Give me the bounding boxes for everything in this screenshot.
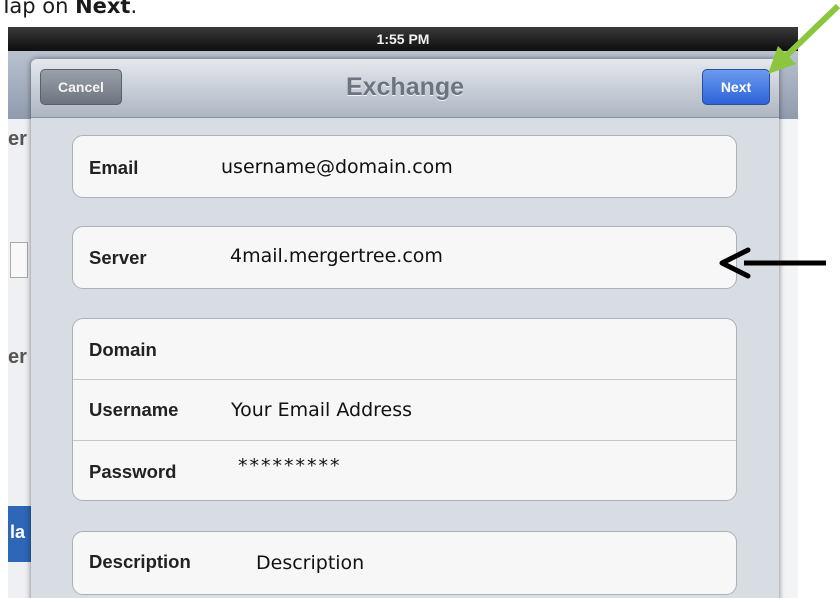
next-button[interactable]: Next (702, 69, 770, 105)
description-group: Description Description (72, 531, 737, 595)
domain-label: Domain (89, 339, 157, 360)
username-label: Username (89, 399, 179, 420)
instruction-text: Tap on Next. (0, 0, 138, 18)
ipad-screen: 1:55 PM er er la Cancel Exchange Next Em… (8, 27, 798, 598)
description-row[interactable]: Description Description (73, 532, 736, 593)
background-text-fragment: er (8, 346, 27, 368)
status-time: 1:55 PM (376, 31, 430, 47)
domain-row[interactable]: Domain (73, 319, 736, 380)
credentials-group: Domain Username Your Email Address Passw… (72, 318, 737, 501)
background-text-fragment: er (8, 128, 27, 150)
email-field[interactable]: username@domain.com (221, 156, 453, 178)
password-row[interactable]: Password ********* (73, 440, 736, 501)
description-label: Description (89, 551, 191, 572)
server-row[interactable]: Server 4mail.mergertree.com (73, 227, 736, 288)
background-text-fragment: la (10, 522, 26, 542)
email-row[interactable]: Email username@domain.com (73, 136, 736, 197)
description-field[interactable]: Description (256, 552, 364, 574)
server-field[interactable]: 4mail.mergertree.com (230, 245, 443, 267)
background-field (10, 242, 28, 278)
background-right-edge (778, 119, 798, 598)
email-group: Email username@domain.com (72, 135, 737, 198)
email-label: Email (89, 157, 139, 178)
server-label: Server (89, 247, 147, 268)
exchange-account-sheet: Cancel Exchange Next Email username@doma… (31, 59, 779, 598)
username-row[interactable]: Username Your Email Address (73, 380, 736, 441)
username-field[interactable]: Your Email Address (231, 399, 412, 421)
page-title: Exchange (345, 73, 465, 101)
server-group: Server 4mail.mergertree.com (72, 226, 737, 289)
nav-bar: Cancel Exchange Next (31, 59, 779, 118)
password-label: Password (89, 461, 177, 482)
status-bar: 1:55 PM (8, 27, 798, 51)
password-field[interactable]: ********* (238, 455, 342, 477)
